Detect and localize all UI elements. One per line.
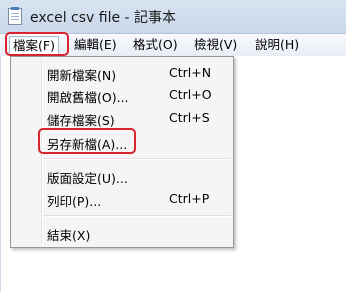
menu-item-label: 開新檔案(N): [47, 68, 117, 83]
menu-separator: [43, 215, 231, 217]
window-title: excel csv file - 記事本: [30, 10, 177, 26]
file-menu-dropdown: 開新檔案(N) Ctrl+N 開啟舊檔(O)... Ctrl+O 儲存檔案(S)…: [10, 56, 234, 248]
menu-item-label: 列印(P)...: [47, 194, 102, 209]
menu-file[interactable]: 檔案(F): [9, 36, 59, 54]
menu-item-label: 另存新檔(A)...: [47, 137, 128, 152]
menu-item-page-setup[interactable]: 版面設定(U)...: [13, 165, 231, 187]
menu-item-save[interactable]: 儲存檔案(S) Ctrl+S: [13, 107, 231, 129]
menu-item-new[interactable]: 開新檔案(N) Ctrl+N: [13, 62, 231, 84]
menu-item-shortcut: Ctrl+P: [169, 191, 210, 206]
menu-bar: 檔案(F) 編輯(E) 格式(O) 檢視(V) 說明(H): [0, 34, 346, 57]
menu-item-exit[interactable]: 結束(X): [13, 222, 231, 244]
menu-separator: [43, 158, 231, 160]
menu-item-label: 儲存檔案(S): [47, 113, 115, 128]
menu-item-open[interactable]: 開啟舊檔(O)... Ctrl+O: [13, 84, 231, 106]
menu-help[interactable]: 說明(H): [255, 36, 299, 54]
notepad-icon: [8, 7, 22, 25]
menu-format[interactable]: 格式(O): [133, 36, 178, 54]
menu-item-print[interactable]: 列印(P)... Ctrl+P: [13, 188, 231, 210]
menu-view[interactable]: 檢視(V): [194, 36, 237, 54]
notepad-window: excel csv file - 記事本 檔案(F) 編輯(E) 格式(O) 檢…: [0, 0, 346, 292]
menu-item-shortcut: Ctrl+N: [169, 65, 212, 80]
menu-item-shortcut: Ctrl+S: [169, 110, 210, 125]
menu-edit[interactable]: 編輯(E): [74, 36, 117, 54]
menu-item-label: 版面設定(U)...: [47, 171, 128, 186]
menu-item-label: 開啟舊檔(O)...: [47, 90, 129, 105]
menu-item-label: 結束(X): [47, 228, 91, 243]
menu-item-shortcut: Ctrl+O: [169, 87, 212, 102]
menu-item-save-as[interactable]: 另存新檔(A)...: [13, 131, 231, 153]
title-bar: excel csv file - 記事本: [0, 0, 346, 34]
